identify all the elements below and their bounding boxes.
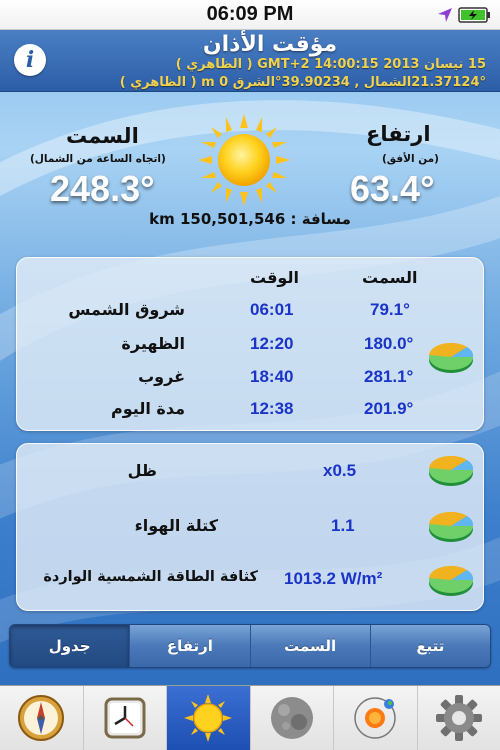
segment-azimuth[interactable]: السمت [249,625,370,667]
battery-icon [458,7,490,23]
noon-time: 12:20 [250,334,294,353]
app-title: مؤقت الأذان [202,32,338,57]
time-column-header: الوقت [250,268,299,287]
tab-moon[interactable] [249,686,334,750]
pie-chart-icon[interactable] [427,340,475,376]
distance-text: مسافة : 150,501,546 km [149,210,351,228]
shadow-value: x0.5 [323,461,357,480]
tab-sun[interactable] [166,686,250,750]
pie-chart-icon[interactable] [427,563,475,599]
day-length-azimuth: 201.9° [364,399,414,418]
info-button[interactable]: i [14,44,46,76]
pie-chart-icon[interactable] [427,509,475,545]
tab-settings[interactable] [416,686,500,750]
altitude-label: ارتفاع [366,122,431,146]
sunrise-azimuth: 79.1° [370,300,410,319]
air-mass-value: 1.1 [331,516,355,535]
segment-track[interactable]: تتبع [369,625,490,667]
sunset-azimuth: 281.1° [364,367,414,386]
air-mass-label: كتلة الهواء [134,516,218,535]
azimuth-value: 248.3° [50,168,155,209]
tab-compass[interactable] [0,686,83,750]
location-arrow-icon [438,8,452,22]
day-length-time: 12:38 [250,399,294,418]
sunrise-label: شروق الشمس [68,300,185,319]
sunset-time: 18:40 [250,367,294,386]
noon-azimuth: 180.0° [364,334,414,353]
shadow-label: ظل [127,461,157,480]
date-time-line: 15 نيسان 2013 14:00:15 GMT+2 ( الظاهري ) [175,57,486,72]
sun-extra-panel [16,443,484,611]
status-bar: 06:09 PM [0,0,500,30]
tab-clock[interactable] [82,686,167,750]
tab-bar [0,685,500,750]
tab-solar-system[interactable] [333,686,417,750]
clock-icon [104,697,146,739]
solar-system-icon [354,697,396,739]
app-header: i مؤقت الأذان 15 نيسان 2013 14:00:15 GMT… [0,30,500,92]
sun-icon [184,694,233,742]
noon-label: الظهيرة [121,334,185,353]
sun-icon [198,114,290,206]
altitude-value: 63.4° [350,168,435,209]
segment-table[interactable]: جدول [10,625,130,667]
azimuth-column-header: السمت [362,268,418,287]
sunrise-time: 06:01 [250,300,294,319]
sunset-label: غروب [138,367,185,386]
pie-chart-icon[interactable] [427,453,475,489]
compass-icon [18,695,65,741]
status-time: 06:09 PM [206,3,294,25]
location-line: 21.37124°الشمال , 39.90234°الشرق 0 m ( ا… [119,75,486,90]
azimuth-label: السمت [66,124,139,148]
altitude-sublabel: (من الأفق) [382,153,439,165]
azimuth-sublabel: (اتجاه الساعة من الشمال) [30,153,166,165]
view-segmented-control: جدول ارتفاع السمت تتبع [9,624,491,668]
moon-icon [270,697,313,739]
solar-irradiance-value: 1013.2 W/m² [284,569,383,588]
segment-altitude[interactable]: ارتفاع [129,625,250,667]
day-length-label: مدة اليوم [111,399,185,418]
settings-gear-icon [435,695,482,741]
solar-irradiance-label: كثافة الطاقة الشمسية الواردة [43,569,258,585]
